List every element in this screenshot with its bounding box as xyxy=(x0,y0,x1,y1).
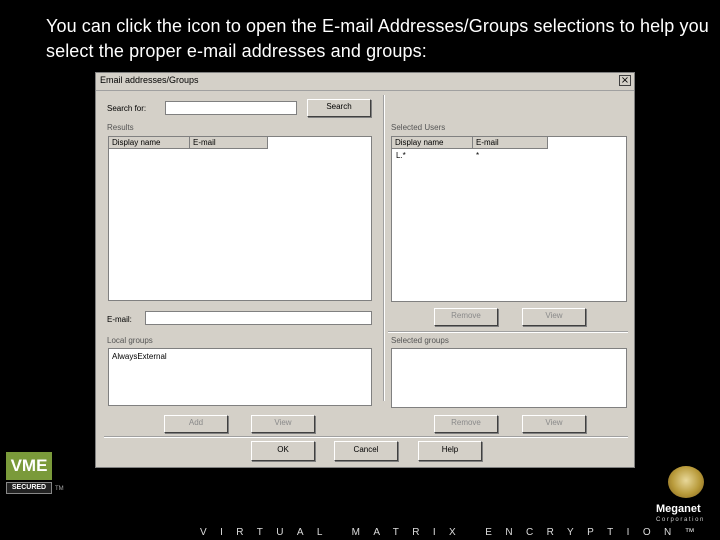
email-input[interactable] xyxy=(145,311,372,325)
results-column-display-name[interactable]: Display name xyxy=(109,137,190,149)
selected-users-column-display-name[interactable]: Display name xyxy=(392,137,473,149)
email-label: E-mail: xyxy=(107,315,132,324)
dialog-titlebar: Email addresses/Groups × xyxy=(96,73,634,91)
meganet-name: Meganet xyxy=(656,503,701,515)
selected-users-column-email[interactable]: E-mail xyxy=(473,137,548,149)
vme-secured-logo: VME SECURED TM xyxy=(6,452,64,498)
slide-caption: You can click the icon to open the E-mai… xyxy=(46,16,709,61)
remove-user-button[interactable]: Remove xyxy=(434,308,498,326)
local-groups-label: Local groups xyxy=(107,336,153,345)
footer-tagline: VIRTUAL MATRIX ENCRYPTION™ xyxy=(200,527,709,538)
bottom-separator xyxy=(104,436,628,438)
selected-users-label: Selected Users xyxy=(391,123,446,132)
search-input[interactable] xyxy=(165,101,297,115)
view-user-button[interactable]: View xyxy=(522,308,586,326)
vme-logo-text: VME xyxy=(6,452,52,480)
view-local-group-button[interactable]: View xyxy=(251,415,315,433)
selected-groups-label: Selected groups xyxy=(391,336,449,345)
local-group-item[interactable]: AlwaysExternal xyxy=(112,352,167,361)
results-label: Results xyxy=(107,123,134,132)
vme-secured-text: SECURED xyxy=(6,482,52,494)
dialog-title: Email addresses/Groups xyxy=(100,75,199,85)
selected-users-list[interactable]: Display name E-mail L.* * xyxy=(391,136,627,302)
close-button[interactable]: × xyxy=(619,75,631,86)
view-selected-group-button[interactable]: View xyxy=(522,415,586,433)
results-column-email[interactable]: E-mail xyxy=(190,137,268,149)
cancel-button[interactable]: Cancel xyxy=(334,441,398,461)
local-groups-list[interactable]: AlwaysExternal xyxy=(108,348,372,406)
search-button[interactable]: Search xyxy=(307,99,371,117)
vme-trademark: TM xyxy=(55,486,64,492)
remove-group-button[interactable]: Remove xyxy=(434,415,498,433)
meganet-globe-icon xyxy=(668,466,704,498)
selected-user-display[interactable]: L.* xyxy=(396,151,406,160)
selected-user-email[interactable]: * xyxy=(476,151,479,160)
panel-divider xyxy=(383,95,385,401)
help-button[interactable]: Help xyxy=(418,441,482,461)
search-label: Search for: xyxy=(107,104,147,113)
meganet-corporation: Corporation xyxy=(656,517,705,523)
results-list[interactable]: Display name E-mail xyxy=(108,136,372,301)
ok-button[interactable]: OK xyxy=(251,441,315,461)
selected-groups-list[interactable] xyxy=(391,348,627,408)
email-groups-dialog: Email addresses/Groups × Search for: Sea… xyxy=(95,72,635,468)
add-group-button[interactable]: Add xyxy=(164,415,228,433)
users-groups-separator xyxy=(388,331,628,333)
